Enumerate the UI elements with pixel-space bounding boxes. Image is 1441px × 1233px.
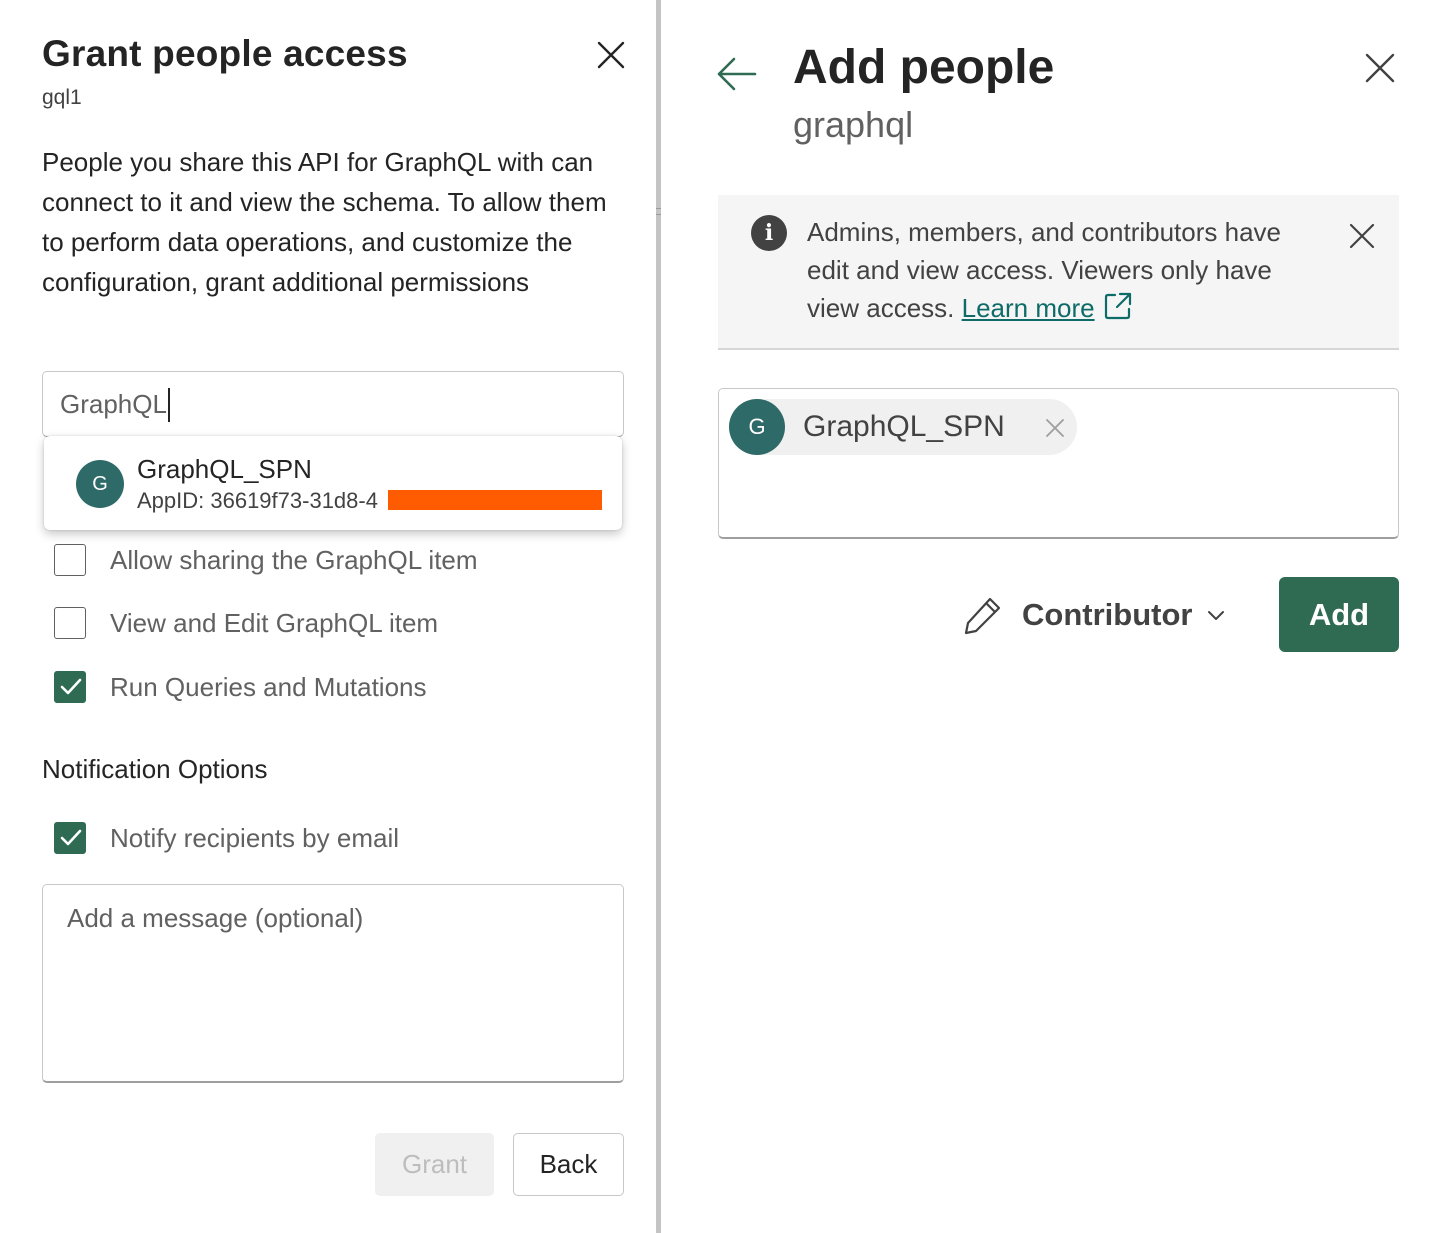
- checkbox-label: Notify recipients by email: [110, 822, 399, 853]
- selected-person-chip[interactable]: G GraphQL_SPN: [729, 399, 1077, 455]
- checkbox-view-edit[interactable]: [54, 607, 86, 639]
- message-input[interactable]: [43, 885, 623, 1081]
- people-search-input[interactable]: [43, 372, 623, 436]
- avatar: G: [76, 460, 124, 508]
- info-text: Admins, members, and contributors have e…: [807, 213, 1307, 327]
- people-picker[interactable]: G GraphQL_SPN: [718, 388, 1399, 539]
- grant-access-panel: Grant people access gql1 People you shar…: [0, 0, 656, 1233]
- avatar: G: [729, 399, 785, 455]
- close-icon: [597, 41, 625, 69]
- info-icon: i: [751, 215, 787, 251]
- checkbox-label: Run Queries and Mutations: [110, 671, 427, 702]
- external-link-icon[interactable]: [1103, 291, 1133, 321]
- permission-allow-sharing[interactable]: Allow sharing the GraphQL item: [54, 543, 478, 577]
- back-arrow-button[interactable]: [714, 54, 758, 94]
- check-icon: [60, 829, 82, 846]
- notification-options-heading: Notification Options: [42, 754, 268, 784]
- checkbox-notify-email[interactable]: [54, 822, 86, 854]
- check-icon: [60, 678, 82, 695]
- close-button[interactable]: [596, 40, 626, 70]
- share-description: People you share this API for GraphQL wi…: [42, 147, 607, 297]
- suggestion-app-id: AppID: 36619f73-31d8-4: [137, 488, 378, 513]
- role-label: Contributor: [1022, 597, 1193, 632]
- add-button[interactable]: Add: [1279, 577, 1399, 652]
- checkbox-run-queries[interactable]: [54, 671, 86, 703]
- role-dropdown[interactable]: Contributor: [962, 590, 1226, 640]
- dismiss-icon: [1046, 419, 1064, 437]
- learn-more-link[interactable]: Learn more: [962, 293, 1095, 323]
- checkbox-label: View and Edit GraphQL item: [110, 607, 439, 638]
- back-arrow-icon: [717, 57, 757, 91]
- text-caret: [168, 388, 170, 422]
- add-people-title: Add people: [793, 41, 1055, 94]
- permission-view-edit[interactable]: View and Edit GraphQL item: [54, 606, 438, 640]
- chip-name: GraphQL_SPN: [803, 410, 1005, 443]
- suggestion-item[interactable]: G GraphQL_SPN AppID: 36619f73-31d8-4: [44, 436, 622, 530]
- divider-grip: [656, 170, 661, 290]
- item-name: gql1: [42, 86, 82, 109]
- pencil-icon: [964, 597, 1001, 635]
- dismiss-info-button[interactable]: [1348, 222, 1376, 250]
- info-message-bar: i Admins, members, and contributors have…: [718, 195, 1399, 350]
- message-box[interactable]: [42, 884, 624, 1083]
- back-button[interactable]: Back: [513, 1133, 624, 1196]
- permission-run-queries[interactable]: Run Queries and Mutations: [54, 670, 427, 704]
- notify-email-option[interactable]: Notify recipients by email: [54, 821, 399, 855]
- close-icon: [1365, 53, 1395, 83]
- close-button[interactable]: [1364, 52, 1396, 84]
- checkbox-allow-sharing[interactable]: [54, 544, 86, 576]
- remove-person-button[interactable]: [1045, 418, 1065, 438]
- suggestion-name: GraphQL_SPN: [137, 454, 312, 484]
- checkbox-label: Allow sharing the GraphQL item: [110, 544, 478, 575]
- chevron-down-icon: [1208, 611, 1225, 620]
- grant-button[interactable]: Grant: [375, 1133, 494, 1196]
- page-title: Grant people access: [42, 33, 408, 74]
- redaction-bar: [388, 490, 602, 510]
- people-search-box[interactable]: [42, 371, 624, 437]
- add-people-subtitle: graphql: [793, 104, 914, 145]
- close-icon: [1349, 223, 1375, 249]
